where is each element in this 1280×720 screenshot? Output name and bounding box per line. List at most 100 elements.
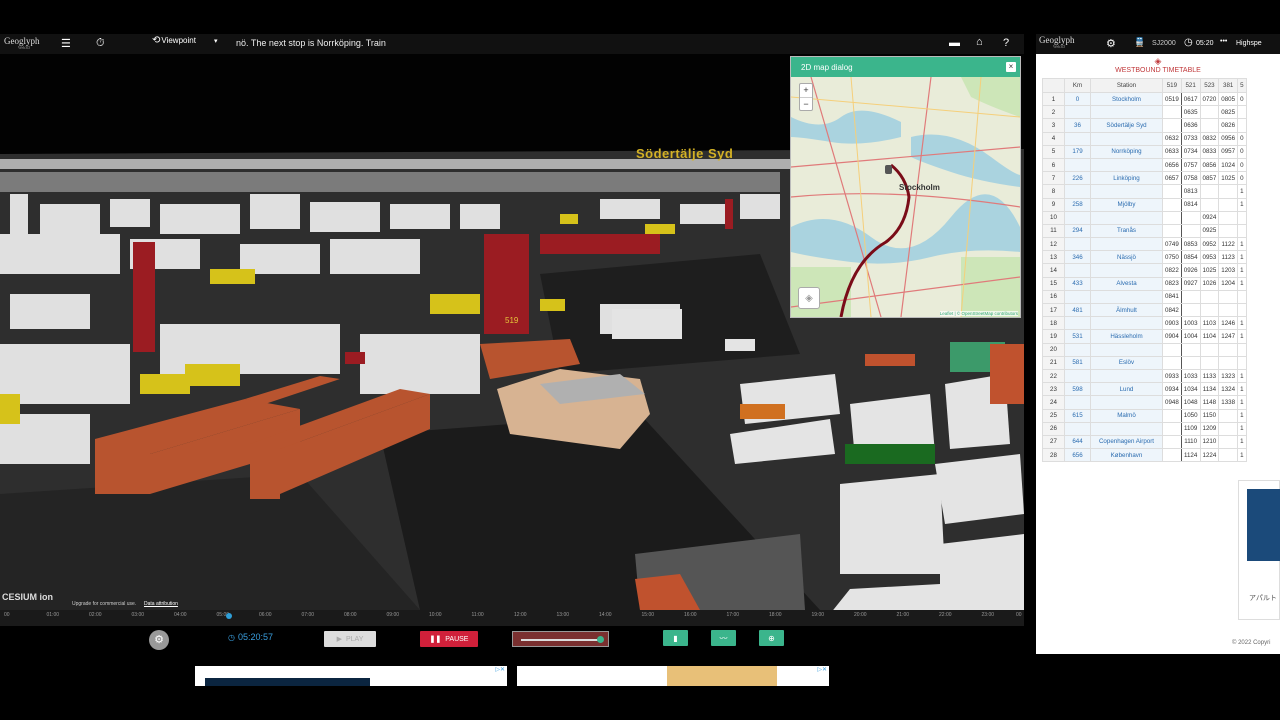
station-cell[interactable] — [1090, 237, 1163, 252]
station-cell[interactable] — [1090, 289, 1163, 305]
table-row[interactable]: 10 0924 — [1042, 210, 1247, 225]
table-row[interactable]: 14 0822 0926 1025 1203 1 — [1042, 263, 1247, 278]
settings-gear-icon[interactable]: ⚙ — [149, 630, 169, 650]
table-row[interactable]: 20 — [1042, 342, 1247, 357]
table-row[interactable]: 12 0749 0853 0952 1122 1 — [1042, 237, 1247, 252]
station-cell[interactable]: Södertälje Syd — [1090, 118, 1163, 133]
station-cell[interactable]: Stockholm — [1090, 91, 1163, 107]
station-cell[interactable]: Lund — [1090, 382, 1163, 397]
station-cell[interactable] — [1090, 316, 1163, 331]
app-logo[interactable]: Geoglyph Web3D — [4, 36, 40, 50]
table-row[interactable]: 7 226 Linköping 0657 0758 0857 1025 0 — [1042, 171, 1247, 186]
station-cell[interactable]: Linköping — [1090, 171, 1163, 186]
layers-button[interactable]: ⊕ — [759, 630, 784, 646]
stopwatch-icon[interactable]: ⏱ — [96, 37, 105, 50]
station-cell[interactable]: Alvesta — [1090, 276, 1163, 291]
map-attribution[interactable]: Leaflet | © OpenStreetMap contributors — [939, 311, 1018, 316]
table-row[interactable]: 13 346 Nässjö 0750 0854 0953 1123 1 — [1042, 250, 1247, 265]
right-app-logo[interactable]: Geoglyph Web3D — [1039, 36, 1075, 49]
station-cell[interactable]: Copenhagen Airport — [1090, 434, 1163, 450]
chart-button[interactable]: 〰 — [711, 630, 736, 646]
slider-handle[interactable] — [597, 636, 604, 643]
table-row[interactable]: 9 258 Mjölby 0814 1 — [1042, 197, 1247, 212]
ad-card[interactable]: アパルト — [1238, 480, 1280, 620]
station-cell[interactable] — [1090, 421, 1163, 436]
map-dialog[interactable]: 2D map dialog × Stockholm + − ◈ Leaflet … — [790, 56, 1021, 318]
leaflet-map[interactable]: Stockholm + − ◈ Leaflet | © OpenStreetMa… — [791, 77, 1020, 317]
ad-banner-right[interactable]: ▷✕ — [517, 666, 829, 686]
zoom-in-button[interactable]: + — [800, 84, 812, 98]
station-cell[interactable] — [1090, 210, 1163, 225]
station-cell[interactable]: København — [1090, 448, 1163, 463]
pause-button[interactable]: ❚❚ PAUSE — [420, 631, 478, 647]
zoom-out-button[interactable]: − — [800, 98, 812, 111]
camera-icon[interactable]: ▬ — [949, 37, 960, 49]
map-view-button[interactable]: ▮ — [663, 630, 688, 646]
table-row[interactable]: 26 1109 1209 1 — [1042, 421, 1247, 436]
timeline-needle[interactable] — [226, 613, 232, 619]
table-row[interactable]: 28 656 København 1124 1224 1 — [1042, 448, 1247, 463]
layers-icon[interactable]: ◈ — [798, 287, 820, 309]
ad-choices-icon[interactable]: ▷✕ — [495, 666, 505, 673]
station-cell[interactable] — [1090, 131, 1163, 146]
map-dialog-header[interactable]: 2D map dialog × — [791, 57, 1020, 77]
table-row[interactable]: 8 0813 1 — [1042, 184, 1247, 199]
table-row[interactable]: 18 0903 1003 1103 1246 1 — [1042, 316, 1247, 331]
timeline[interactable]: 00 01:00 02:00 03:00 04:00 05:00 06:00 07:00 08:… — [0, 610, 1024, 626]
table-row[interactable]: 22 0933 1033 1133 1323 1 — [1042, 368, 1247, 384]
more-icon[interactable]: ••• — [1220, 38, 1227, 45]
station-cell[interactable] — [1090, 105, 1163, 120]
table-row[interactable]: 17 481 Älmhult 0842 — [1042, 302, 1247, 318]
station-cell[interactable] — [1090, 342, 1163, 357]
station-cell[interactable]: Tranås — [1090, 223, 1163, 239]
time-cell: 1 — [1237, 250, 1247, 265]
table-row[interactable]: 24 0948 1048 1148 1338 1 — [1042, 395, 1247, 410]
play-button[interactable]: ▶ PLAY — [324, 631, 376, 647]
table-row[interactable]: 27 644 Copenhagen Airport 1110 1210 1 — [1042, 434, 1247, 450]
close-icon[interactable]: × — [1006, 62, 1016, 72]
station-cell[interactable]: Älmhult — [1090, 302, 1163, 318]
menu-icon[interactable]: ☰ — [61, 37, 71, 50]
station-cell[interactable] — [1090, 395, 1163, 410]
station-label-3d: Södertälje Syd — [636, 146, 734, 161]
table-row[interactable]: 11 294 Tranås 0925 — [1042, 223, 1247, 239]
row-number: 2 — [1042, 105, 1065, 120]
station-cell[interactable] — [1090, 157, 1163, 173]
table-row[interactable]: 23 598 Lund 0934 1034 1134 1324 1 — [1042, 382, 1247, 397]
station-cell[interactable] — [1090, 263, 1163, 278]
station-cell[interactable]: Mjölby — [1090, 197, 1163, 212]
station-cell[interactable] — [1090, 368, 1163, 384]
table-row[interactable]: 5 179 Norrköping 0633 0734 0833 0957 0 — [1042, 144, 1247, 159]
table-row[interactable]: 2 0635 0825 — [1042, 105, 1247, 120]
help-icon[interactable]: ? — [1003, 37, 1009, 49]
speed-slider[interactable] — [512, 631, 609, 647]
station-cell[interactable]: Hässleholm — [1090, 329, 1163, 344]
pause-icon: ❚❚ — [429, 636, 442, 643]
table-row[interactable]: 3 36 Södertälje Syd 0636 0826 — [1042, 118, 1247, 133]
station-cell[interactable]: Norrköping — [1090, 144, 1163, 159]
table-row[interactable]: 6 0656 0757 0856 1024 0 — [1042, 157, 1247, 173]
table-row[interactable]: 15 433 Alvesta 0823 0927 1026 1204 1 — [1042, 276, 1247, 291]
table-row[interactable]: 16 0841 — [1042, 289, 1247, 305]
home-icon[interactable]: ⌂ — [976, 36, 983, 48]
table-row[interactable]: 4 0632 0733 0832 0956 0 — [1042, 131, 1247, 146]
row-number: 10 — [1042, 210, 1065, 225]
gear-icon[interactable]: ⚙ — [1106, 37, 1116, 50]
train-marker-icon[interactable] — [885, 165, 892, 174]
ad-choices-icon-2[interactable]: ▷✕ — [817, 666, 827, 673]
station-cell[interactable]: Malmö — [1090, 408, 1163, 423]
time-cell: 1323 — [1218, 368, 1239, 384]
station-cell[interactable]: Eslöv — [1090, 355, 1163, 370]
column-header: 521 — [1180, 78, 1201, 93]
table-row[interactable]: 1 0 Stockholm 0519 0617 0720 0805 0 — [1042, 91, 1247, 107]
data-attribution-link[interactable]: Data attribution — [144, 601, 178, 607]
station-cell[interactable]: Nässjö — [1090, 250, 1163, 265]
viewpoint-selector[interactable]: ⟲ Viewpoint ▾ — [152, 35, 217, 46]
time-cell — [1237, 118, 1247, 133]
time-cell — [1162, 448, 1182, 463]
table-row[interactable]: 25 615 Malmö 1050 1150 1 — [1042, 408, 1247, 423]
table-row[interactable]: 21 581 Eslöv — [1042, 355, 1247, 370]
table-row[interactable]: 19 531 Hässleholm 0904 1004 1104 1247 1 — [1042, 329, 1247, 344]
station-cell[interactable] — [1090, 184, 1163, 199]
ad-banner-left[interactable]: ▷✕ — [195, 666, 507, 686]
